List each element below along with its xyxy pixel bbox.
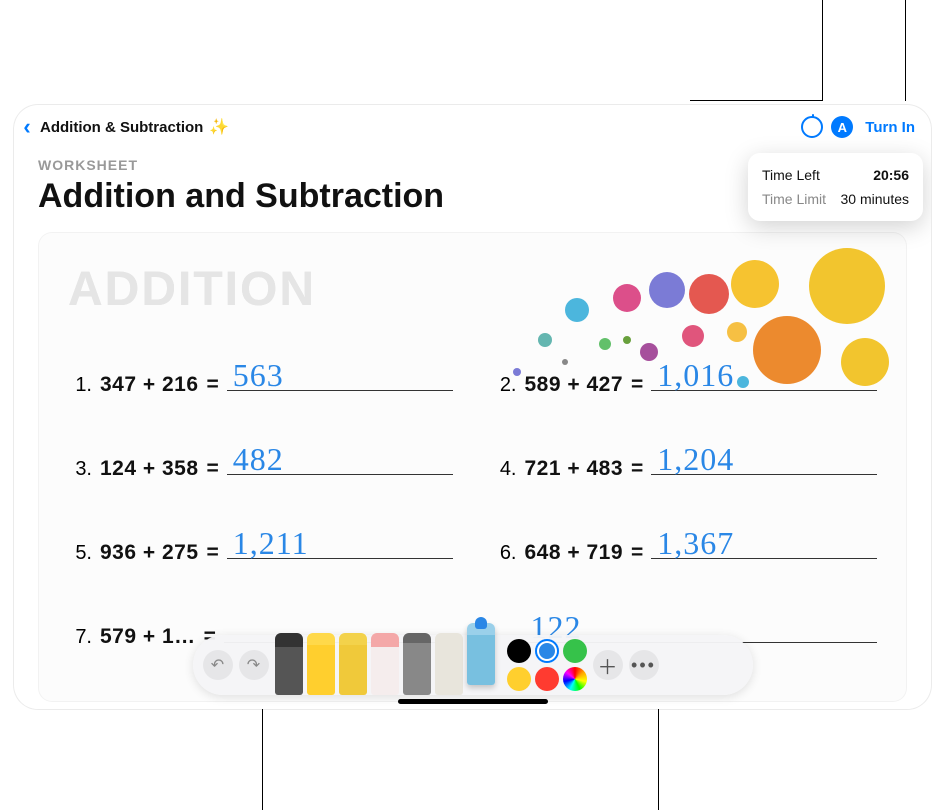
answer-line[interactable]: 1,367	[651, 525, 877, 559]
redo-icon: ↷	[247, 655, 260, 675]
nav-left: ‹ Addition & Subtraction ✨	[18, 113, 229, 141]
problem-number: 5.	[68, 542, 92, 565]
ruler-tool[interactable]	[435, 633, 463, 695]
problem-row: 4. 721 + 483 = 1,204	[493, 441, 878, 481]
answer-handwriting: 563	[233, 357, 284, 394]
equals-sign: =	[631, 457, 643, 481]
highlighter-tool[interactable]	[307, 633, 335, 695]
answer-line[interactable]: 563	[227, 357, 453, 391]
undo-button[interactable]: ↶	[203, 650, 233, 680]
plus-icon: ＋	[598, 651, 618, 680]
equals-sign: =	[631, 541, 643, 565]
nav-right: A Turn In	[801, 116, 925, 138]
problem-row: 3. 124 + 358 = 482	[68, 441, 453, 481]
home-indicator[interactable]	[398, 699, 548, 704]
answer-handwriting: 1,204	[657, 441, 734, 478]
worksheet-label: WORKSHEET	[38, 157, 444, 173]
callout-line	[690, 100, 822, 101]
time-limit-row: Time Limit 30 minutes	[762, 187, 909, 211]
more-icon: •••	[631, 655, 656, 676]
add-button[interactable]: ＋	[593, 650, 623, 680]
equals-sign: =	[207, 373, 219, 397]
timer-icon[interactable]	[801, 116, 823, 138]
color-yellow[interactable]	[507, 667, 531, 691]
marker-tool[interactable]	[339, 633, 367, 695]
answer-line[interactable]: 1,204	[651, 441, 877, 475]
nav-title[interactable]: Addition & Subtraction	[40, 119, 203, 136]
answer-handwriting: 482	[233, 441, 284, 478]
answer-line[interactable]: 482	[227, 441, 453, 475]
time-limit-value: 30 minutes	[841, 191, 909, 207]
problem-expression: 936 + 275	[100, 541, 199, 565]
answer-line[interactable]: 1,016	[651, 357, 877, 391]
problem-row: 6. 648 + 719 = 1,367	[493, 525, 878, 565]
pen-tool[interactable]	[275, 633, 303, 695]
problem-row: 1. 347 + 216 = 563	[68, 357, 453, 397]
markup-toolbar: ↶ ↷ ＋ •••	[193, 635, 753, 695]
time-left-row: Time Left 20:56	[762, 163, 909, 187]
problem-number: 4.	[493, 458, 517, 481]
answer-handwriting: 1,211	[233, 525, 309, 562]
navbar: ‹ Addition & Subtraction ✨ A Turn In	[14, 105, 931, 149]
color-black[interactable]	[507, 639, 531, 663]
time-popover: Time Left 20:56 Time Limit 30 minutes	[748, 153, 923, 221]
problem-expression: 347 + 216	[100, 373, 199, 397]
back-chevron-icon[interactable]: ‹	[18, 113, 36, 141]
redo-button[interactable]: ↷	[239, 650, 269, 680]
pencil-tool[interactable]	[403, 633, 431, 695]
more-button[interactable]: •••	[629, 650, 659, 680]
color-green[interactable]	[563, 639, 587, 663]
title-block: WORKSHEET Addition and Subtraction	[38, 157, 444, 216]
time-left-label: Time Left	[762, 167, 820, 183]
equals-sign: =	[207, 457, 219, 481]
callout-line	[822, 0, 823, 101]
color-red[interactable]	[535, 667, 559, 691]
undo-icon: ↶	[211, 655, 224, 675]
problem-number: 1.	[68, 374, 92, 397]
time-limit-label: Time Limit	[762, 191, 826, 207]
problem-expression: 579 + 1…	[100, 625, 196, 649]
drawing-tools	[275, 635, 495, 695]
problem-row: 5. 936 + 275 = 1,211	[68, 525, 453, 565]
problem-number: 7.	[68, 626, 92, 649]
ipad-screen: ‹ Addition & Subtraction ✨ A Turn In Tim…	[14, 105, 931, 709]
color-blue[interactable]	[535, 639, 559, 663]
problem-expression: 721 + 483	[525, 457, 624, 481]
answer-handwriting: 1,016	[657, 357, 734, 394]
problem-number: 3.	[68, 458, 92, 481]
problem-expression: 124 + 358	[100, 457, 199, 481]
callout-line	[905, 0, 906, 101]
equals-sign: =	[207, 541, 219, 565]
problem-number: 6.	[493, 542, 517, 565]
color-swatches	[507, 639, 587, 691]
sparkle-icon: ✨	[209, 117, 229, 137]
color-wheel[interactable]	[563, 667, 587, 691]
markup-icon[interactable]: A	[831, 116, 853, 138]
answer-line[interactable]: 1,211	[227, 525, 453, 559]
answer-handwriting: 1,367	[657, 525, 734, 562]
crayon-tool[interactable]	[467, 623, 495, 685]
turn-in-button[interactable]: Turn In	[861, 119, 919, 136]
eraser-tool[interactable]	[371, 633, 399, 695]
worksheet-title: Addition and Subtraction	[38, 177, 444, 216]
problem-expression: 648 + 719	[525, 541, 624, 565]
time-left-value: 20:56	[873, 167, 909, 183]
